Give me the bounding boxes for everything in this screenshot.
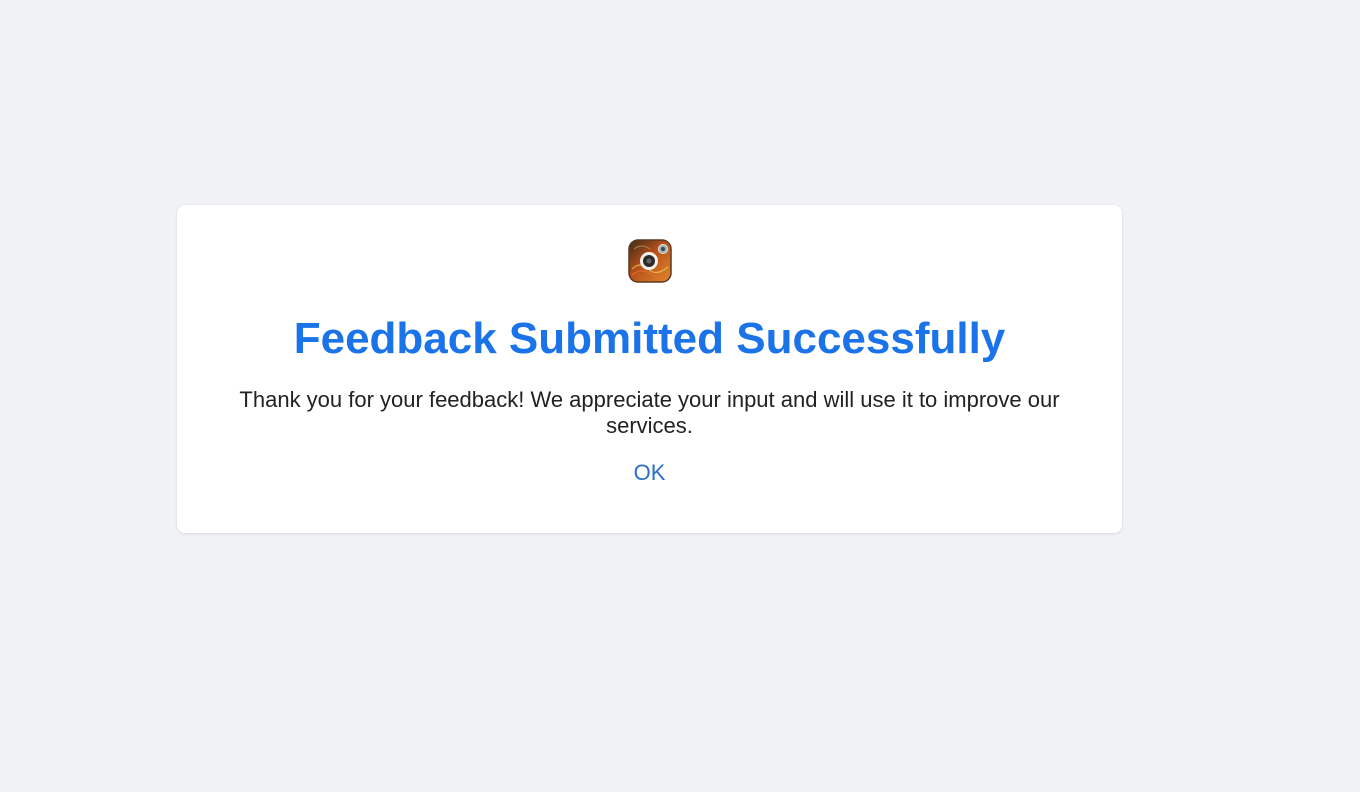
feedback-success-dialog: Feedback Submitted Successfully Thank yo…: [177, 205, 1122, 533]
ok-link-container: OK: [177, 460, 1122, 486]
page-title: Feedback Submitted Successfully: [293, 314, 1006, 363]
camera-app-logo-icon: [628, 239, 672, 283]
confirmation-message: Thank you for your feedback! We apprecia…: [239, 387, 1060, 438]
ok-button[interactable]: OK: [634, 460, 666, 485]
